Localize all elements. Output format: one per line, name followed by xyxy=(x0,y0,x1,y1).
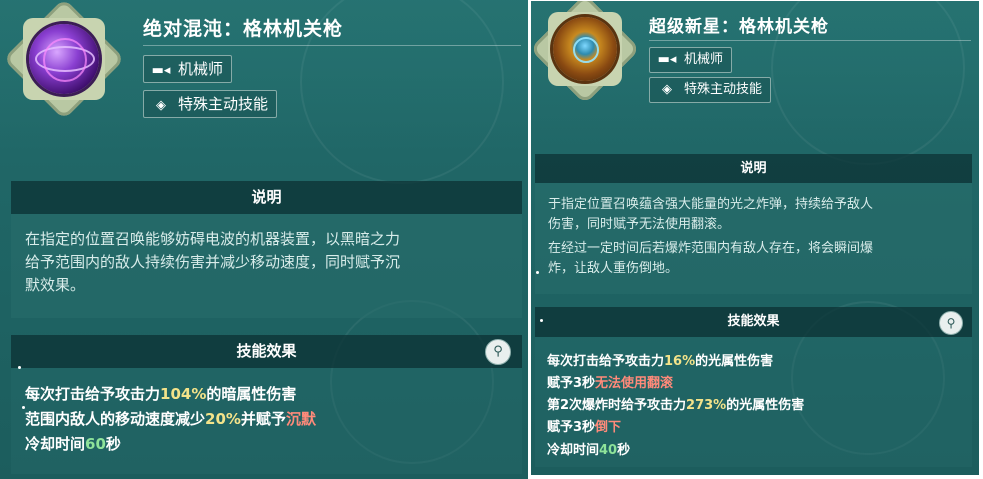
effect-text: 并赋予 xyxy=(240,410,286,428)
desc-line: 于指定位置召唤蕴含强大能量的光之炸弹，持续给予敌人 xyxy=(548,197,874,212)
description-body: 于指定位置召唤蕴含强大能量的光之炸弹，持续给予敌人 伤害，同时赋予无法使用翻滚。… xyxy=(535,183,972,294)
effect-line-4: 赋予3秒倒下 xyxy=(547,416,621,435)
type-tag: ◈ 特殊主动技能 xyxy=(143,90,278,118)
effect-line-2: 范围内敌人的移动速度减少20%并赋予沉默 xyxy=(25,408,316,429)
effect-text: 第2次爆炸时给予攻击力 xyxy=(547,398,687,413)
type-tag-label: 特殊主动技能 xyxy=(178,95,269,113)
effect-value: 20% xyxy=(205,410,241,428)
effect-text: 每次打击给予攻击力 xyxy=(547,354,665,369)
effect-line-1: 每次打击给予攻击力16%的光属性伤害 xyxy=(547,350,773,369)
title-divider xyxy=(649,40,971,41)
vortex-ring xyxy=(43,38,87,82)
class-tag-label: 机械师 xyxy=(178,60,224,78)
effect-text: 冷却时间 xyxy=(25,435,86,453)
class-tag: ▬◂ 机械师 xyxy=(649,47,733,73)
description-header: 说明 xyxy=(535,154,972,183)
desc-line: 伤害，同时赋予无法使用翻滚。 xyxy=(548,217,731,232)
skill-card-right: 超级新星：格林机关枪 ▬◂ 机械师 ◈ 特殊主动技能 说明 于指定位置召唤蕴含强大能… xyxy=(531,1,979,475)
skill-card-left: 绝对混沌：格林机关枪 ▬◂ 机械师 ◈ 特殊主动技能 说明 在指定的位置召唤能够妨碍… xyxy=(0,0,528,479)
wrench-gun-icon: ▬◂ xyxy=(657,52,677,67)
effect-text: 每次打击给予攻击力 xyxy=(25,385,161,403)
description-body: 在指定的位置召唤能够妨碍电波的机器装置，以黑暗之力 给予范围内的敌人持续伤害并减… xyxy=(11,214,522,318)
effect-line-3: 冷却时间60秒 xyxy=(25,433,121,454)
magnifier-icon[interactable]: ⚲ xyxy=(939,311,963,335)
class-tag-label: 机械师 xyxy=(684,52,724,67)
skill-title: 绝对混沌：格林机关枪 xyxy=(143,18,344,40)
desc-line: 默效果。 xyxy=(25,276,86,294)
wrench-gun-icon: ▬◂ xyxy=(151,63,171,78)
desc-line: 炸，让敌人重伤倒地。 xyxy=(548,261,679,276)
effect-text: 秒 xyxy=(617,443,631,458)
effect-text: 秒 xyxy=(105,435,121,453)
type-tag: ◈ 特殊主动技能 xyxy=(649,77,772,103)
target-diamond-icon: ◈ xyxy=(662,82,672,97)
effect-text: 的暗属性伤害 xyxy=(206,385,297,403)
effect-header: 技能效果 xyxy=(11,335,522,368)
purple-vortex-bottle-icon xyxy=(29,24,99,94)
effect-text: 赋予3秒 xyxy=(547,420,596,435)
type-tag-label: 特殊主动技能 xyxy=(684,82,763,97)
effect-status: 无法使用翻滚 xyxy=(595,376,674,391)
effect-line-3: 第2次爆炸时给予攻击力273%的光属性伤害 xyxy=(547,394,804,413)
magnifier-icon[interactable]: ⚲ xyxy=(485,339,511,365)
description-header: 说明 xyxy=(11,181,522,214)
title-divider xyxy=(143,45,521,46)
effect-status: 沉默 xyxy=(285,410,316,428)
sparkle xyxy=(536,271,539,274)
desc-line: 在指定的位置召唤能够妨碍电波的机器装置，以黑暗之力 xyxy=(25,230,401,248)
effect-text: 的光属性伤害 xyxy=(695,354,774,369)
effect-text: 冷却时间 xyxy=(547,443,600,458)
skill-icon-left xyxy=(3,0,125,120)
effect-line-5: 冷却时间40秒 xyxy=(547,439,630,458)
effect-value: 16% xyxy=(664,354,696,369)
desc-line: 在经过一定时间后若爆炸范围内有敌人存在，将会瞬间爆 xyxy=(548,241,874,256)
target-diamond-icon: ◈ xyxy=(156,98,166,113)
effect-value: 273% xyxy=(686,398,727,413)
effect-line-1: 每次打击给予攻击力104%的暗属性伤害 xyxy=(25,383,296,404)
cooldown-value: 40 xyxy=(599,443,618,458)
desc-line: 给予范围内的敌人持续伤害并减少移动速度，同时赋予沉 xyxy=(25,253,401,271)
golden-supernova-orb-icon xyxy=(553,17,617,81)
skill-icon-right xyxy=(531,1,641,105)
orb-core xyxy=(573,37,599,63)
effect-value: 104% xyxy=(160,385,207,403)
effect-status: 倒下 xyxy=(595,420,622,435)
effect-text: 赋予3秒 xyxy=(547,376,596,391)
effect-line-2: 赋予3秒无法使用翻滚 xyxy=(547,372,673,391)
effect-text: 的光属性伤害 xyxy=(726,398,805,413)
sparkle xyxy=(18,366,21,369)
effect-text: 范围内敌人的移动速度减少 xyxy=(25,410,206,428)
sparkle xyxy=(540,319,543,322)
effect-header: 技能效果 xyxy=(535,307,972,337)
class-tag: ▬◂ 机械师 xyxy=(143,55,233,83)
cooldown-value: 60 xyxy=(85,435,106,453)
skill-title: 超级新星：格林机关枪 xyxy=(649,17,829,37)
